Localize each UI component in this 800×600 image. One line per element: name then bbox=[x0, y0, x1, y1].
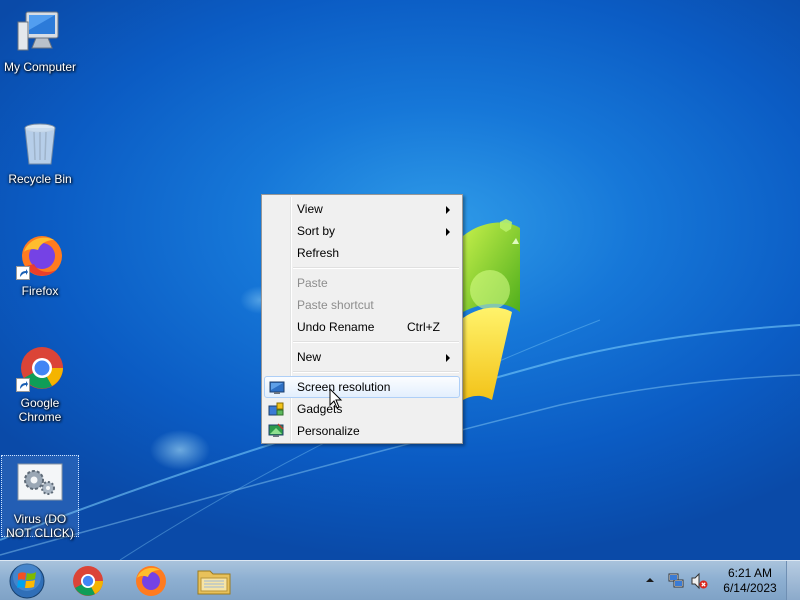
menu-item-label: New bbox=[297, 350, 322, 364]
menu-separator bbox=[293, 341, 459, 343]
menu-item-new[interactable]: New bbox=[264, 346, 460, 368]
recycle-bin-icon bbox=[16, 120, 64, 168]
menu-item-label: View bbox=[297, 202, 323, 216]
taskbar-clock[interactable]: 6:21 AM 6/14/2023 bbox=[718, 566, 782, 596]
desktop-icon-label: Firefox bbox=[21, 284, 59, 298]
folder-icon bbox=[197, 570, 231, 595]
clock-time: 6:21 AM bbox=[727, 566, 773, 580]
taskbar-app-firefox[interactable] bbox=[125, 564, 177, 598]
menu-item-personalize[interactable]: Personalize bbox=[264, 420, 460, 442]
firefox-icon bbox=[136, 566, 166, 596]
shortcut-arrow-icon bbox=[16, 378, 30, 392]
taskbar-app-chrome[interactable] bbox=[62, 564, 114, 598]
desktop-icon-label: Virus (DO NOT CLICK) bbox=[6, 512, 74, 540]
chrome-icon bbox=[73, 566, 103, 596]
menu-item-paste-shortcut[interactable]: Paste shortcut bbox=[264, 294, 460, 316]
shortcut-arrow-icon bbox=[16, 266, 30, 280]
display-icon bbox=[269, 380, 285, 396]
computer-icon bbox=[16, 8, 64, 56]
menu-item-label: Sort by bbox=[297, 224, 336, 238]
personalize-icon bbox=[268, 423, 284, 439]
show-desktop-button[interactable] bbox=[786, 561, 800, 600]
desktop[interactable]: My Computer Recycle Bin Firefox Google C… bbox=[0, 0, 800, 560]
menu-item-label: Paste shortcut bbox=[297, 298, 374, 312]
menu-item-gadgets[interactable]: Gadgets bbox=[264, 398, 460, 420]
volume-muted-icon[interactable] bbox=[690, 572, 708, 590]
windows-start-icon bbox=[9, 563, 45, 599]
menu-item-sort-by[interactable]: Sort by bbox=[264, 220, 460, 242]
menu-item-shortcut: Ctrl+Z bbox=[407, 320, 440, 334]
menu-item-label: Paste bbox=[297, 276, 328, 290]
menu-item-undo-rename[interactable]: Undo Rename Ctrl+Z bbox=[264, 316, 460, 338]
submenu-arrow-icon bbox=[446, 206, 450, 214]
mouse-cursor-icon bbox=[329, 388, 343, 409]
show-hidden-icons-icon[interactable] bbox=[645, 575, 655, 585]
menu-item-label: Undo Rename bbox=[297, 320, 375, 334]
desktop-icon-label: Google Chrome bbox=[18, 396, 62, 424]
desktop-icon-firefox[interactable]: Firefox bbox=[0, 232, 80, 298]
menu-item-refresh[interactable]: Refresh bbox=[264, 242, 460, 264]
menu-item-screen-resolution[interactable]: Screen resolution bbox=[264, 376, 460, 398]
menu-separator bbox=[293, 371, 459, 373]
menu-separator bbox=[293, 267, 459, 269]
desktop-icon-label: Recycle Bin bbox=[8, 172, 72, 186]
menu-item-paste[interactable]: Paste bbox=[264, 272, 460, 294]
menu-item-label: Screen resolution bbox=[297, 380, 391, 394]
desktop-icon-google-chrome[interactable]: Google Chrome bbox=[0, 344, 80, 424]
menu-item-view[interactable]: View bbox=[264, 198, 460, 220]
submenu-arrow-icon bbox=[446, 228, 450, 236]
taskbar: 6:21 AM 6/14/2023 bbox=[0, 560, 800, 600]
desktop-context-menu: View Sort by Refresh Paste Paste shortcu… bbox=[261, 194, 463, 444]
gadgets-icon bbox=[268, 401, 284, 417]
desktop-icon-label: My Computer bbox=[3, 60, 77, 74]
desktop-icon-my-computer[interactable]: My Computer bbox=[0, 8, 80, 74]
menu-item-label: Personalize bbox=[297, 424, 360, 438]
network-icon[interactable] bbox=[667, 572, 685, 590]
settings-gear-icon bbox=[16, 460, 64, 508]
chrome-icon bbox=[16, 344, 64, 392]
desktop-icon-recycle-bin[interactable]: Recycle Bin bbox=[0, 120, 80, 186]
menu-item-label: Refresh bbox=[297, 246, 340, 260]
clock-date: 6/14/2023 bbox=[723, 581, 777, 595]
firefox-icon bbox=[16, 232, 64, 280]
submenu-arrow-icon bbox=[446, 354, 450, 362]
desktop-icon-virus[interactable]: Virus (DO NOT CLICK) bbox=[1, 455, 79, 540]
taskbar-app-file-explorer[interactable] bbox=[188, 564, 240, 598]
start-button[interactable] bbox=[6, 561, 48, 600]
